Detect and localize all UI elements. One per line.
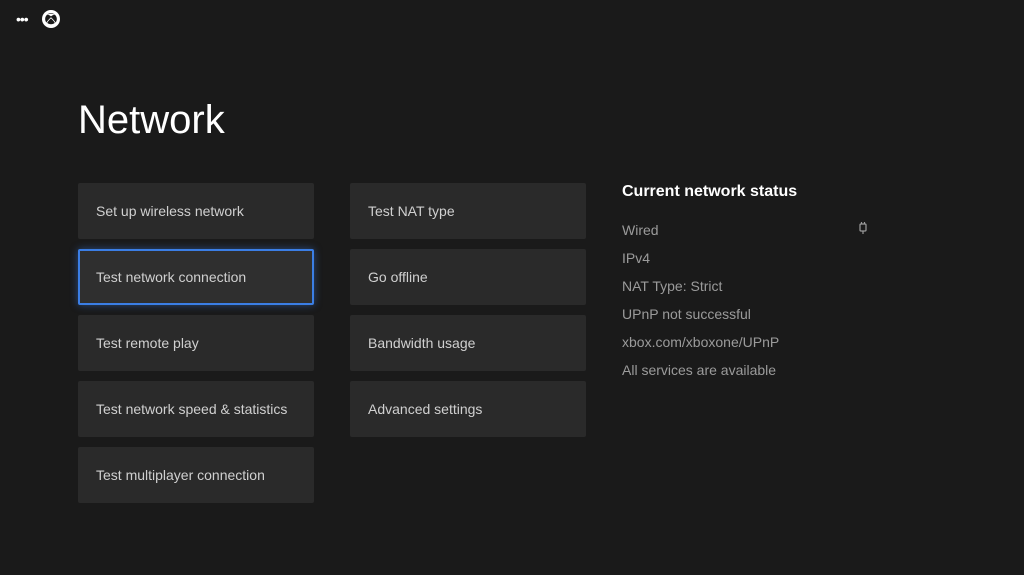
- menu-item-test-connection[interactable]: Test network connection: [78, 249, 314, 305]
- content-area: Set up wireless network Test network con…: [0, 183, 1024, 503]
- menu-item-go-offline[interactable]: Go offline: [350, 249, 586, 305]
- status-connection: Wired: [622, 221, 964, 238]
- more-icon[interactable]: •••: [16, 11, 28, 27]
- menu-column-1: Set up wireless network Test network con…: [78, 183, 314, 503]
- status-title: Current network status: [622, 183, 964, 201]
- menu-item-test-speed[interactable]: Test network speed & statistics: [78, 381, 314, 437]
- status-nat-label: NAT Type: Strict: [622, 278, 869, 294]
- menu-item-test-remote-play[interactable]: Test remote play: [78, 315, 314, 371]
- status-ipversion-label: IPv4: [622, 250, 869, 266]
- status-nat: NAT Type: Strict: [622, 278, 964, 294]
- menu-column-2: Test NAT type Go offline Bandwidth usage…: [350, 183, 586, 503]
- status-panel: Current network status Wired IPv4 NAT Ty…: [622, 183, 1024, 503]
- status-ipversion: IPv4: [622, 250, 964, 266]
- status-upnp: UPnP not successful: [622, 306, 964, 322]
- top-bar: •••: [0, 0, 1024, 38]
- status-upnp-label: UPnP not successful: [622, 306, 869, 322]
- menu-item-bandwidth[interactable]: Bandwidth usage: [350, 315, 586, 371]
- menu-item-test-nat[interactable]: Test NAT type: [350, 183, 586, 239]
- status-connection-label: Wired: [622, 222, 857, 238]
- menu-item-advanced[interactable]: Advanced settings: [350, 381, 586, 437]
- status-services: All services are available: [622, 362, 964, 378]
- menu-item-setup-wireless[interactable]: Set up wireless network: [78, 183, 314, 239]
- xbox-logo-icon[interactable]: [42, 10, 60, 28]
- status-help-url: xbox.com/xboxone/UPnP: [622, 334, 964, 350]
- wired-plug-icon: [857, 221, 869, 238]
- status-help-url-label: xbox.com/xboxone/UPnP: [622, 334, 869, 350]
- menu-item-test-multiplayer[interactable]: Test multiplayer connection: [78, 447, 314, 503]
- status-services-label: All services are available: [622, 362, 869, 378]
- page-title: Network: [78, 98, 1024, 143]
